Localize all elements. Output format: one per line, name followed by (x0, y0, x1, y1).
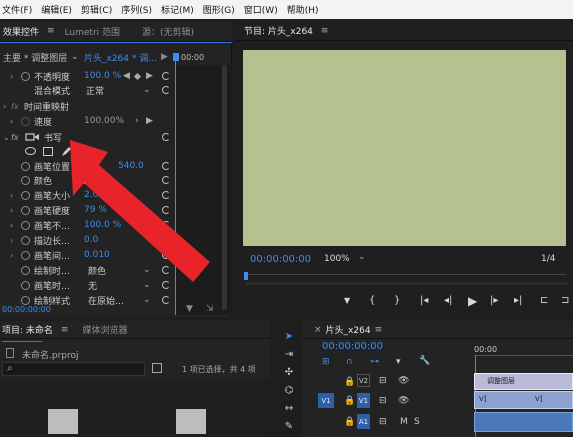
annotation-arrow (70, 140, 210, 282)
